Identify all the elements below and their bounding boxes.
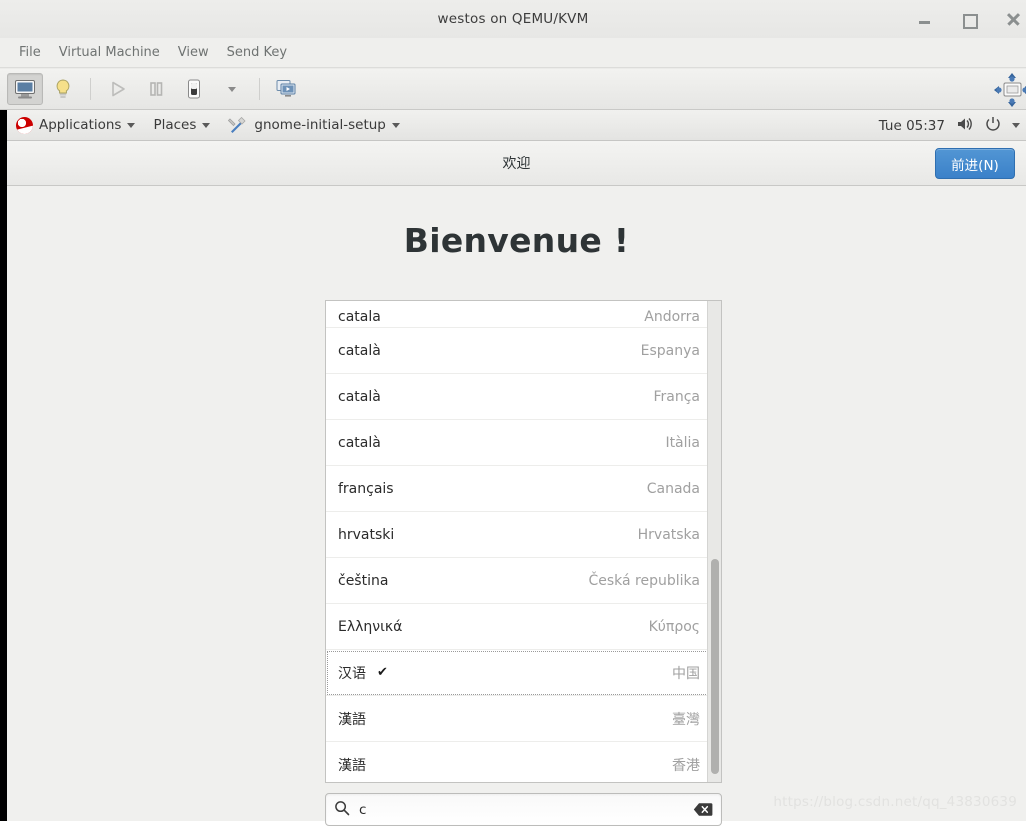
window-titlebar: westos on QEMU/KVM bbox=[0, 0, 1026, 38]
fullscreen-icon[interactable] bbox=[990, 73, 1026, 111]
window-title: westos on QEMU/KVM bbox=[438, 11, 589, 27]
language-row[interactable]: français Canada bbox=[326, 466, 721, 512]
language-list[interactable]: catalaAndorracatalàEspanyacatalàFrançaca… bbox=[325, 300, 722, 783]
menubar: File Virtual Machine View Send Key bbox=[0, 38, 1026, 68]
chevron-down-icon bbox=[202, 123, 210, 128]
language-name: 漢語 bbox=[338, 709, 366, 729]
maximize-button[interactable] bbox=[960, 10, 978, 28]
language-name: català bbox=[338, 435, 381, 451]
guest-display[interactable]: Applications Places bbox=[0, 110, 1026, 821]
chevron-down-icon[interactable] bbox=[1012, 123, 1020, 128]
language-country: Česká republika bbox=[588, 573, 700, 589]
gnome-panel-left: Applications Places bbox=[7, 110, 409, 141]
tools-icon bbox=[228, 116, 248, 134]
gnome-panel: Applications Places bbox=[7, 110, 1026, 141]
guest-desktop: Applications Places bbox=[7, 110, 1026, 821]
gnome-panel-right: Tue 05:37 bbox=[879, 110, 1020, 141]
language-country: Κύπρος bbox=[649, 619, 700, 635]
language-row[interactable]: Ελληνικά Κύπρος bbox=[326, 604, 721, 650]
language-row[interactable]: 汉语 ✔ 中国 bbox=[326, 650, 721, 696]
toolbar-separator bbox=[90, 78, 91, 100]
chevron-down-icon bbox=[392, 123, 400, 128]
setup-headerbar: 欢迎 前进(N) bbox=[7, 141, 1026, 186]
window-title-label: gnome-initial-setup bbox=[254, 117, 385, 133]
language-country: França bbox=[653, 389, 700, 405]
power-icon[interactable] bbox=[985, 116, 1001, 136]
virt-manager-window: westos on QEMU/KVM File Virtual Machine … bbox=[0, 0, 1026, 821]
language-country: 香港 bbox=[672, 755, 700, 775]
run-play-icon[interactable] bbox=[100, 73, 136, 105]
redhat-logo-icon bbox=[16, 117, 33, 134]
setup-header-title: 欢迎 bbox=[503, 153, 531, 173]
console-monitor-icon[interactable] bbox=[7, 73, 43, 105]
applications-menu[interactable]: Applications bbox=[7, 110, 144, 141]
language-row[interactable]: hrvatski Hrvatska bbox=[326, 512, 721, 558]
language-country: 臺灣 bbox=[672, 709, 700, 729]
language-country: Canada bbox=[647, 481, 700, 497]
details-lightbulb-icon[interactable] bbox=[45, 73, 81, 105]
snapshots-icon[interactable] bbox=[269, 73, 305, 105]
places-menu[interactable]: Places bbox=[144, 110, 219, 141]
close-button[interactable] bbox=[1004, 10, 1022, 28]
language-country: Andorra bbox=[644, 309, 700, 325]
selected-check-icon: ✔ bbox=[377, 665, 388, 680]
language-country: Hrvatska bbox=[638, 527, 700, 543]
language-name: 汉语 bbox=[338, 663, 366, 683]
toolbar-separator-2 bbox=[259, 78, 260, 100]
language-row[interactable]: català Espanya bbox=[326, 328, 721, 374]
language-name: hrvatski bbox=[338, 527, 394, 543]
next-button[interactable]: 前进(N) bbox=[935, 148, 1015, 179]
language-row[interactable]: čeština Česká republika bbox=[326, 558, 721, 604]
welcome-title: Bienvenue ! bbox=[7, 221, 1026, 260]
language-row[interactable]: catala Andorra bbox=[326, 301, 721, 328]
language-list-scrollbar[interactable] bbox=[707, 301, 721, 782]
watermark: https://blog.csdn.net/qq_43830639 bbox=[773, 794, 1017, 810]
language-row[interactable]: 漢語 臺灣 bbox=[326, 696, 721, 742]
minimize-button[interactable] bbox=[916, 10, 934, 28]
window-menu-gnome-initial-setup[interactable]: gnome-initial-setup bbox=[219, 110, 408, 141]
chevron-down-icon bbox=[127, 123, 135, 128]
language-country: 中国 bbox=[672, 663, 700, 683]
language-name: 漢語 bbox=[338, 755, 366, 775]
language-row[interactable]: català França bbox=[326, 374, 721, 420]
menu-file[interactable]: File bbox=[10, 43, 50, 62]
pause-icon[interactable] bbox=[138, 73, 174, 105]
language-row[interactable]: català Itàlia bbox=[326, 420, 721, 466]
toolbar bbox=[0, 69, 1026, 110]
search-icon bbox=[334, 800, 350, 820]
clear-backspace-icon[interactable] bbox=[693, 802, 713, 817]
language-name: Ελληνικά bbox=[338, 619, 402, 635]
volume-icon[interactable] bbox=[956, 116, 974, 136]
language-name: catala bbox=[338, 309, 381, 325]
window-controls bbox=[916, 0, 1026, 38]
shutdown-power-icon[interactable] bbox=[176, 73, 212, 105]
language-name: français bbox=[338, 481, 394, 497]
search-value[interactable]: c bbox=[359, 802, 693, 818]
language-row[interactable]: 漢語 香港 bbox=[326, 742, 721, 783]
clock[interactable]: Tue 05:37 bbox=[879, 118, 945, 134]
menu-send-key[interactable]: Send Key bbox=[218, 43, 296, 62]
applications-label: Applications bbox=[39, 117, 121, 133]
menu-virtual-machine[interactable]: Virtual Machine bbox=[50, 43, 169, 62]
language-country: Itàlia bbox=[665, 435, 700, 451]
language-name: català bbox=[338, 343, 381, 359]
language-name: català bbox=[338, 389, 381, 405]
menu-view[interactable]: View bbox=[169, 43, 218, 62]
shutdown-dropdown-arrow-icon[interactable] bbox=[214, 73, 250, 105]
search-input[interactable]: c bbox=[325, 793, 722, 826]
gnome-initial-setup-window: 欢迎 前进(N) Bienvenue ! catala Andorra català… bbox=[7, 141, 1026, 821]
language-name: čeština bbox=[338, 573, 388, 589]
scrollbar-thumb[interactable] bbox=[711, 559, 719, 774]
places-label: Places bbox=[153, 117, 196, 133]
language-list-scroller[interactable]: catalaAndorracatalàEspanyacatalàFrançaca… bbox=[326, 301, 721, 782]
language-country: Espanya bbox=[641, 343, 700, 359]
